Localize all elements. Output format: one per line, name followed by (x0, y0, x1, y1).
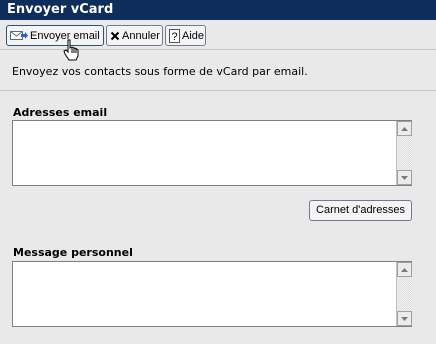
help-icon: ? (169, 28, 180, 43)
email-field-label: Adresses email (13, 106, 108, 119)
cancel-label: Annuler (122, 29, 160, 42)
email-field[interactable] (12, 120, 412, 186)
scroll-up-arrow-icon[interactable] (397, 121, 412, 136)
divider (0, 90, 436, 91)
email-field-scrollbar[interactable] (396, 121, 412, 185)
help-button[interactable]: ? Aide (165, 25, 206, 46)
description-text: Envoyez vos contacts sous forme de vCard… (12, 65, 308, 78)
hand-cursor-icon (63, 39, 81, 64)
scroll-down-arrow-icon[interactable] (397, 170, 412, 185)
message-field-label: Message personnel (13, 246, 133, 259)
send-email-icon (10, 29, 28, 42)
close-icon (110, 31, 120, 41)
svg-text:?: ? (171, 31, 177, 43)
send-email-button[interactable]: Envoyer email (6, 25, 104, 46)
scroll-up-arrow-icon[interactable] (397, 262, 412, 277)
message-field-scrollbar[interactable] (396, 262, 412, 326)
cancel-button[interactable]: Annuler (106, 25, 163, 46)
address-book-button[interactable]: Carnet d'adresses (309, 200, 412, 221)
message-field[interactable] (12, 261, 412, 327)
window-title: Envoyer vCard (0, 0, 436, 20)
help-label: Aide (182, 29, 205, 42)
scroll-down-arrow-icon[interactable] (397, 311, 412, 326)
